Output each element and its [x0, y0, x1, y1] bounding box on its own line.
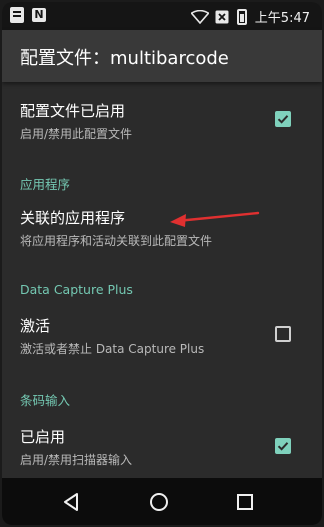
check-icon — [277, 115, 289, 124]
sim-x-icon — [215, 10, 229, 24]
status-time: 上午5:47 — [254, 11, 310, 26]
app-bar: 配置文件：multibarcode — [2, 30, 322, 82]
n-icon: N — [32, 8, 46, 22]
associated-apps-subtitle: 将应用程序和活动关联到此配置文件 — [20, 234, 213, 248]
section-header-dcp: Data Capture Plus — [20, 282, 133, 297]
wifi-icon — [190, 9, 209, 24]
section-header-apps: 应用程序 — [20, 177, 71, 192]
status-bar: N 上午5:47 — [2, 2, 322, 30]
dcp-activate-checkbox[interactable] — [275, 326, 291, 342]
home-icon[interactable] — [148, 491, 170, 513]
dcp-activate-row[interactable]: 激活 激活或者禁止 Data Capture Plus — [2, 310, 322, 362]
back-icon[interactable] — [60, 491, 82, 513]
profile-enabled-title: 配置文件已启用 — [20, 102, 126, 120]
annotation-arrow-icon — [170, 211, 260, 227]
notification-app-icon — [10, 7, 24, 23]
section-header-barcode: 条码输入 — [20, 393, 71, 408]
barcode-enabled-row[interactable]: 已启用 启用/禁用扫描器输入 — [2, 420, 322, 472]
status-bar-system: 上午5:47 — [190, 7, 310, 26]
navigation-bar — [2, 478, 322, 525]
profile-enabled-checkbox[interactable] — [275, 111, 291, 127]
check-icon — [277, 442, 289, 451]
phone-screen: N 上午5:47 配置文件：multibarcode 配置文件已启用 启用/禁用… — [2, 2, 322, 525]
page-title: 配置文件：multibarcode — [20, 48, 229, 69]
profile-enabled-subtitle: 启用/禁用此配置文件 — [20, 127, 133, 141]
dcp-activate-subtitle: 激活或者禁止 Data Capture Plus — [20, 342, 205, 356]
dcp-activate-title: 激活 — [20, 317, 51, 335]
profile-enabled-row[interactable]: 配置文件已启用 启用/禁用此配置文件 — [2, 94, 322, 150]
barcode-enabled-subtitle: 启用/禁用扫描器输入 — [20, 453, 133, 467]
barcode-enabled-title: 已启用 — [20, 428, 66, 446]
barcode-enabled-checkbox[interactable] — [275, 438, 291, 454]
associated-apps-row[interactable]: 关联的应用程序 将应用程序和活动关联到此配置文件 — [2, 202, 322, 254]
recents-icon[interactable] — [234, 491, 256, 513]
status-bar-notifications: N — [10, 7, 46, 23]
battery-icon — [236, 8, 247, 25]
associated-apps-title: 关联的应用程序 — [20, 209, 126, 227]
